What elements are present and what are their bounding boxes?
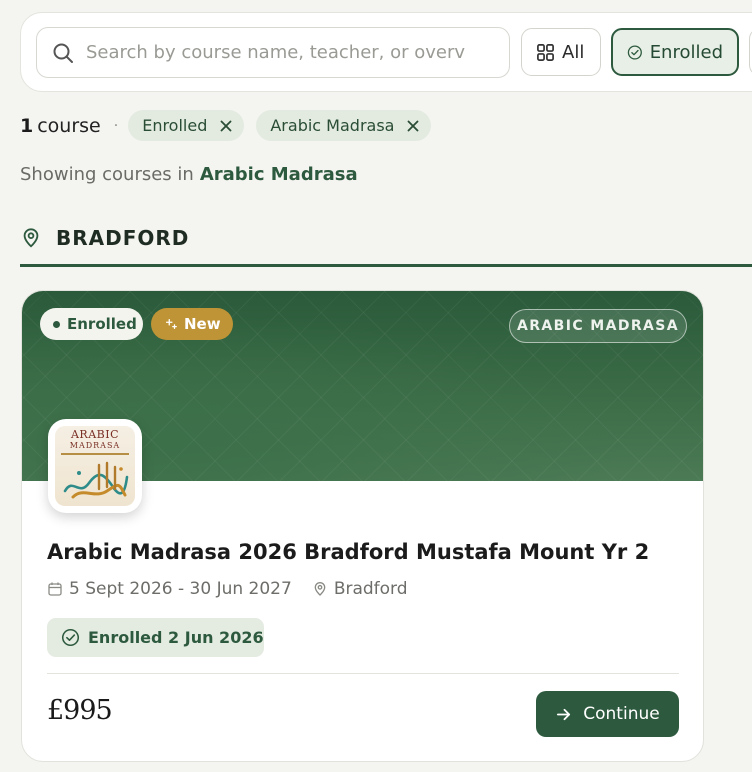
new-badge-label: New	[184, 315, 221, 333]
showing-category: Arabic Madrasa	[199, 164, 358, 185]
calendar-icon	[48, 582, 62, 596]
check-circle-icon	[61, 628, 80, 647]
location-pin-icon	[23, 228, 39, 248]
search-box[interactable]	[36, 27, 510, 78]
enrolled-badge: Enrolled	[40, 308, 143, 340]
remove-tag-icon[interactable]	[216, 116, 236, 136]
check-circle-icon	[627, 44, 642, 60]
active-tag-label: Enrolled	[142, 116, 208, 135]
region-name: BRADFORD	[56, 226, 190, 250]
course-logo-image: ARABIC MADRASA	[55, 426, 135, 506]
category-badge: ARABIC MADRASA	[509, 309, 687, 343]
enrolled-date-label: Enrolled 2 Jun 2026	[88, 628, 264, 647]
showing-prefix: Showing courses in	[20, 164, 194, 185]
logo-text: ARABIC MADRASA	[55, 428, 135, 451]
region-heading: BRADFORD	[20, 226, 189, 250]
active-tag-enrolled: Enrolled	[128, 110, 245, 141]
course-meta: 5 Sept 2026 - 30 Jun 2027 Bradford	[47, 579, 408, 599]
showing-courses-text: Showing courses in Arabic Madrasa	[20, 164, 358, 185]
results-summary: 1 course · Enrolled Arabic Madrasa	[20, 110, 443, 141]
search-input[interactable]	[86, 42, 466, 63]
grid-icon	[537, 43, 554, 61]
course-card[interactable]: Enrolled New ARABIC MADRASA ARABIC MADRA…	[21, 290, 704, 762]
course-logo: ARABIC MADRASA	[48, 419, 142, 513]
active-tag-label: Arabic Madrasa	[270, 116, 395, 135]
continue-button[interactable]: Continue	[536, 691, 679, 737]
logo-text-line1: ARABIC	[70, 428, 119, 441]
region-divider	[20, 264, 752, 267]
course-location: Bradford	[333, 579, 408, 599]
filter-all-button[interactable]: All	[521, 28, 601, 76]
sparkle-icon	[165, 318, 177, 330]
filter-all-label: All	[562, 41, 585, 63]
separator: ·	[113, 117, 119, 134]
enrolled-badge-label: Enrolled	[67, 315, 137, 333]
new-badge: New	[151, 308, 233, 340]
enrolled-date-pill: Enrolled 2 Jun 2026	[47, 618, 264, 657]
course-price: £995	[47, 695, 113, 726]
card-divider	[47, 673, 679, 674]
filter-bar: All Enrolled	[20, 12, 752, 92]
results-count: 1	[20, 114, 34, 137]
location-pin-icon	[314, 582, 326, 596]
search-icon	[53, 43, 73, 63]
continue-label: Continue	[583, 704, 660, 724]
logo-rule	[61, 453, 129, 455]
results-count-label: course	[37, 114, 101, 137]
status-dot-icon	[53, 320, 60, 328]
remove-tag-icon[interactable]	[403, 116, 423, 136]
filter-enrolled-button[interactable]: Enrolled	[611, 28, 739, 76]
logo-text-line2: MADRASA	[69, 441, 121, 450]
arabic-calligraphy-icon	[63, 461, 129, 499]
course-title[interactable]: Arabic Madrasa 2026 Bradford Mustafa Mou…	[47, 540, 649, 564]
arrow-right-icon	[557, 708, 571, 720]
course-dates: 5 Sept 2026 - 30 Jun 2027	[69, 579, 292, 599]
active-tag-category: Arabic Madrasa	[256, 110, 432, 141]
filter-enrolled-label: Enrolled	[649, 41, 723, 63]
